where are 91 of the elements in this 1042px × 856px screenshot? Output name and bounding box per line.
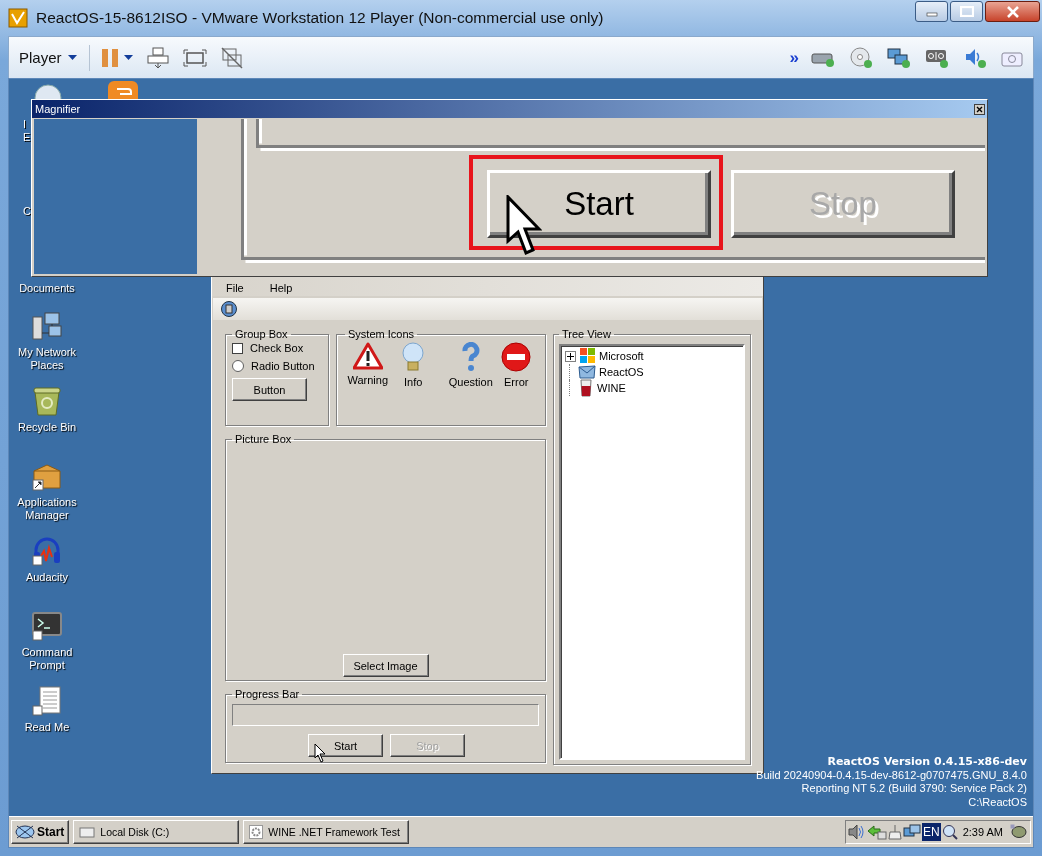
- start-button[interactable]: Start: [11, 820, 70, 844]
- unity-button[interactable]: [218, 44, 245, 71]
- push-button[interactable]: Button: [232, 378, 307, 401]
- magnifier-icon: [941, 824, 958, 840]
- show-desktop-icon: [1010, 824, 1029, 840]
- pause-icon: [101, 48, 118, 67]
- four-squares-icon: [580, 348, 596, 364]
- taskbar-button[interactable]: Local Disk (C:): [73, 820, 240, 844]
- version-info: Reporting NT 5.2 (Build 3790: Service Pack 2): [800, 782, 1027, 796]
- shortcut-label[interactable]: Audacity: [25, 571, 69, 584]
- shortcut-label[interactable]: Applications Manager: [9, 496, 85, 522]
- light-bulb-icon: [401, 342, 426, 372]
- icon-caption: Warning: [347, 374, 389, 386]
- envelope-icon: [578, 364, 596, 380]
- menu-item[interactable]: File: [224, 282, 246, 296]
- maximize-button[interactable]: [950, 1, 983, 22]
- icon-label-fragment: I: [23, 118, 27, 130]
- document-icon: [31, 686, 63, 716]
- drive-icon: [79, 825, 96, 839]
- network-icon: [887, 46, 911, 69]
- crossed-windows-icon: [220, 46, 243, 69]
- warning-icon: [352, 342, 383, 370]
- error-icon: [501, 342, 532, 372]
- headphones-icon: [31, 536, 63, 566]
- fullscreen-button[interactable]: [180, 46, 209, 69]
- recycle-bin-icon: [31, 386, 63, 416]
- globe-icon: [34, 83, 62, 99]
- icon-caption: Error: [504, 376, 529, 388]
- send-keys-button[interactable]: [144, 44, 171, 71]
- menu-item[interactable]: Help: [267, 282, 295, 296]
- magnified-start-button[interactable]: Start: [487, 170, 711, 238]
- group-title: System Icons: [347, 328, 416, 340]
- taskbar-button[interactable]: WINE .NET Framework Test: [243, 820, 410, 844]
- vmware-logo-icon: [8, 8, 28, 28]
- cd-button[interactable]: [847, 44, 875, 71]
- radio-button[interactable]: Radio Button: [232, 360, 322, 372]
- select-image-button[interactable]: Select Image: [342, 654, 429, 677]
- group-title: Tree View: [561, 328, 612, 340]
- shortcut-label[interactable]: Command Prompt: [9, 646, 85, 672]
- tree-item[interactable]: WINE: [565, 380, 739, 396]
- window-title: ReactOS-15-8612ISO - VMware Workstation 12 Player (Non-commercial use only): [36, 9, 604, 27]
- computers-icon: [903, 824, 921, 840]
- version-title: ReactOS Version 0.4.15-x86-dev: [826, 755, 1027, 769]
- version-info: Build 20240904-0.4.15-dev-8612-g0707475.GNU_8.4.0: [756, 768, 1027, 782]
- tree-item[interactable]: Microsoft: [565, 348, 739, 364]
- shortcut-label[interactable]: Documents: [19, 282, 75, 295]
- more-devices-button[interactable]: »: [789, 47, 799, 68]
- close-button[interactable]: [985, 1, 1040, 22]
- group-title: Group Box: [234, 328, 289, 340]
- keyboard-arrow-icon: [146, 46, 169, 69]
- cursor-icon: [506, 195, 542, 257]
- plus-icon: [567, 352, 574, 360]
- icon-label-fragment: C: [23, 205, 31, 217]
- tree-item[interactable]: ReactOS: [565, 364, 739, 380]
- check-box[interactable]: Check Box: [232, 342, 322, 354]
- pause-button[interactable]: [99, 46, 135, 69]
- fullscreen-icon: [182, 48, 207, 67]
- shortcut-label[interactable]: Read Me: [24, 721, 70, 734]
- start-button[interactable]: Start: [308, 734, 383, 757]
- caret-icon: [123, 54, 133, 61]
- group-title: Progress Bar: [234, 688, 301, 700]
- icon-label-fragment: E: [23, 131, 31, 143]
- language-indicator[interactable]: EN: [922, 823, 941, 841]
- close-icon: [1005, 5, 1020, 18]
- expand-toggle[interactable]: [565, 350, 576, 362]
- minimize-button[interactable]: [915, 1, 948, 22]
- arrow-icon: [867, 824, 887, 840]
- disc-icon: [849, 46, 873, 69]
- version-info: C:\ReactOS: [967, 795, 1027, 809]
- shortcut-label[interactable]: My Network Places: [9, 346, 85, 372]
- maximize-icon: [959, 6, 974, 17]
- caret-icon: [67, 54, 77, 61]
- app-icon: [221, 301, 237, 317]
- group-title: Picture Box: [234, 433, 293, 445]
- question-mark-icon: [459, 342, 482, 372]
- close-icon: [974, 103, 985, 115]
- icon-caption: Info: [404, 376, 423, 388]
- reactos-logo-icon: [15, 824, 35, 840]
- player-menu[interactable]: Player: [17, 47, 79, 68]
- terminal-icon: [31, 611, 63, 641]
- cursor-icon: [314, 743, 326, 763]
- speaker-icon: [848, 824, 866, 840]
- shortcut-label[interactable]: Recycle Bin: [17, 421, 77, 434]
- magnifier-title: Magnifier: [35, 103, 81, 115]
- icon-caption: Question: [448, 376, 493, 388]
- gear-icon: [249, 825, 264, 839]
- close-button[interactable]: [974, 103, 985, 115]
- broom-icon: [888, 824, 902, 840]
- clock: 2:39 AM: [962, 826, 1004, 838]
- glass-icon: [578, 379, 594, 397]
- network-computers-icon: [31, 311, 63, 341]
